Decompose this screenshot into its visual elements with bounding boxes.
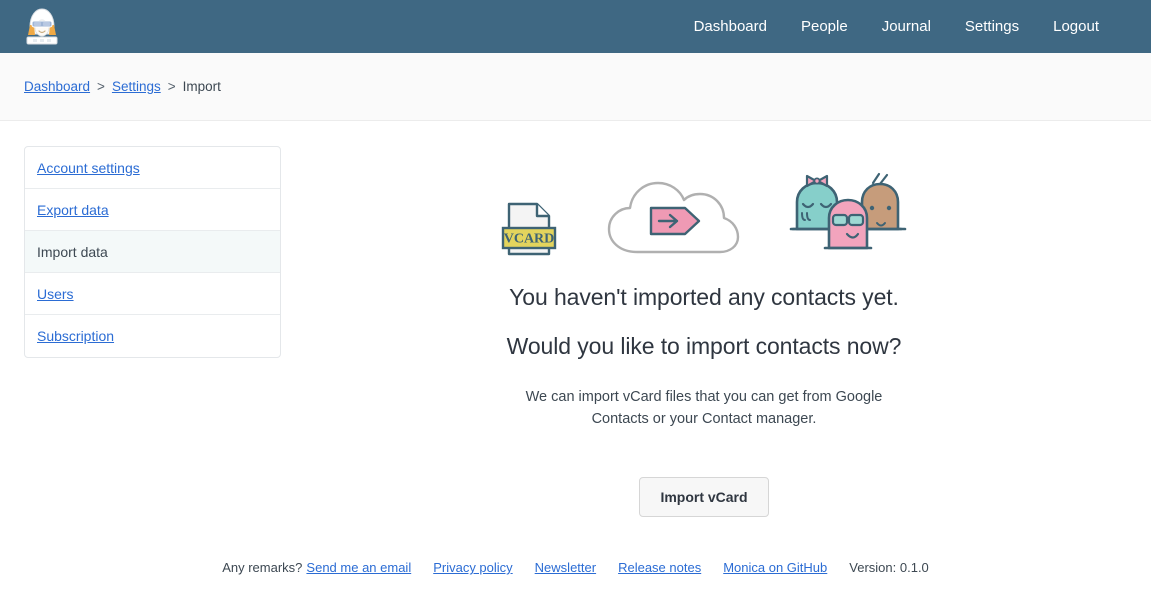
nav-link-journal[interactable]: Journal bbox=[882, 18, 931, 35]
import-illustration: VCARD bbox=[501, 158, 907, 262]
sidebar-label-import-data: Import data bbox=[37, 243, 108, 260]
empty-state-headline-primary: You haven't imported any contacts yet. bbox=[509, 284, 899, 310]
footer-link-privacy-policy[interactable]: Privacy policy bbox=[433, 560, 512, 575]
contacts-characters-icon bbox=[789, 172, 907, 250]
breadcrumb-link-dashboard[interactable]: Dashboard bbox=[24, 79, 90, 94]
settings-sidebar: Account settings Export data Import data… bbox=[24, 146, 281, 358]
vcard-label: VCARD bbox=[504, 232, 555, 247]
nav-link-dashboard[interactable]: Dashboard bbox=[694, 18, 767, 35]
vcard-file-icon: VCARD bbox=[501, 202, 557, 256]
sidebar-link-export-data[interactable]: Export data bbox=[37, 202, 109, 218]
footer-version: Version: 0.1.0 bbox=[849, 560, 929, 575]
footer-link-release-notes[interactable]: Release notes bbox=[618, 560, 701, 575]
footer-link-newsletter[interactable]: Newsletter bbox=[535, 560, 596, 575]
sidebar-link-subscription[interactable]: Subscription bbox=[37, 328, 114, 344]
footer-newsletter: Newsletter bbox=[535, 560, 596, 575]
cloud-upload-icon bbox=[607, 181, 740, 254]
top-navbar: Dashboard People Journal Settings Logout bbox=[0, 0, 1151, 53]
nav-link-settings[interactable]: Settings bbox=[965, 18, 1019, 35]
sidebar-item-export-data[interactable]: Export data bbox=[25, 189, 280, 231]
sidebar-item-users[interactable]: Users bbox=[25, 273, 280, 315]
nav-link-logout[interactable]: Logout bbox=[1053, 18, 1099, 35]
footer-privacy: Privacy policy bbox=[433, 560, 512, 575]
monica-avatar-logo[interactable] bbox=[24, 7, 60, 47]
brand-logo-svg bbox=[26, 7, 58, 44]
footer-release-notes: Release notes bbox=[618, 560, 701, 575]
footer-remarks-label: Any remarks? bbox=[222, 560, 303, 575]
import-vcard-button[interactable]: Import vCard bbox=[639, 476, 769, 517]
import-empty-state: VCARD You haven't imported any contacts … bbox=[281, 146, 1127, 517]
sidebar-item-subscription[interactable]: Subscription bbox=[25, 315, 280, 357]
footer-link-send-email[interactable]: Send me an email bbox=[306, 560, 411, 575]
footer-remarks: Any remarks? Send me an email bbox=[222, 560, 411, 575]
sidebar-item-import-data[interactable]: Import data bbox=[25, 231, 280, 273]
footer-github: Monica on GitHub bbox=[723, 560, 827, 575]
sidebar-item-account-settings[interactable]: Account settings bbox=[25, 147, 280, 189]
breadcrumb: Dashboard > Settings > Import bbox=[24, 79, 221, 94]
sidebar-link-account-settings[interactable]: Account settings bbox=[37, 160, 140, 176]
breadcrumb-separator: > bbox=[97, 79, 105, 94]
empty-state-description: We can import vCard files that you can g… bbox=[525, 389, 883, 428]
page-body: Account settings Export data Import data… bbox=[0, 121, 1151, 517]
breadcrumb-band: Dashboard > Settings > Import bbox=[0, 53, 1151, 121]
breadcrumb-separator: > bbox=[167, 79, 176, 94]
footer-link-monica-github[interactable]: Monica on GitHub bbox=[723, 560, 827, 575]
sidebar-link-users[interactable]: Users bbox=[37, 286, 74, 302]
nav-link-people[interactable]: People bbox=[801, 18, 848, 35]
breadcrumb-link-settings[interactable]: Settings bbox=[112, 79, 161, 94]
primary-nav: Dashboard People Journal Settings Logout bbox=[694, 18, 1099, 35]
empty-state-headline-secondary: Would you like to import contacts now? bbox=[506, 333, 902, 359]
breadcrumb-current-import: Import bbox=[182, 79, 221, 94]
page-footer: Any remarks? Send me an email Privacy pol… bbox=[0, 560, 1151, 575]
